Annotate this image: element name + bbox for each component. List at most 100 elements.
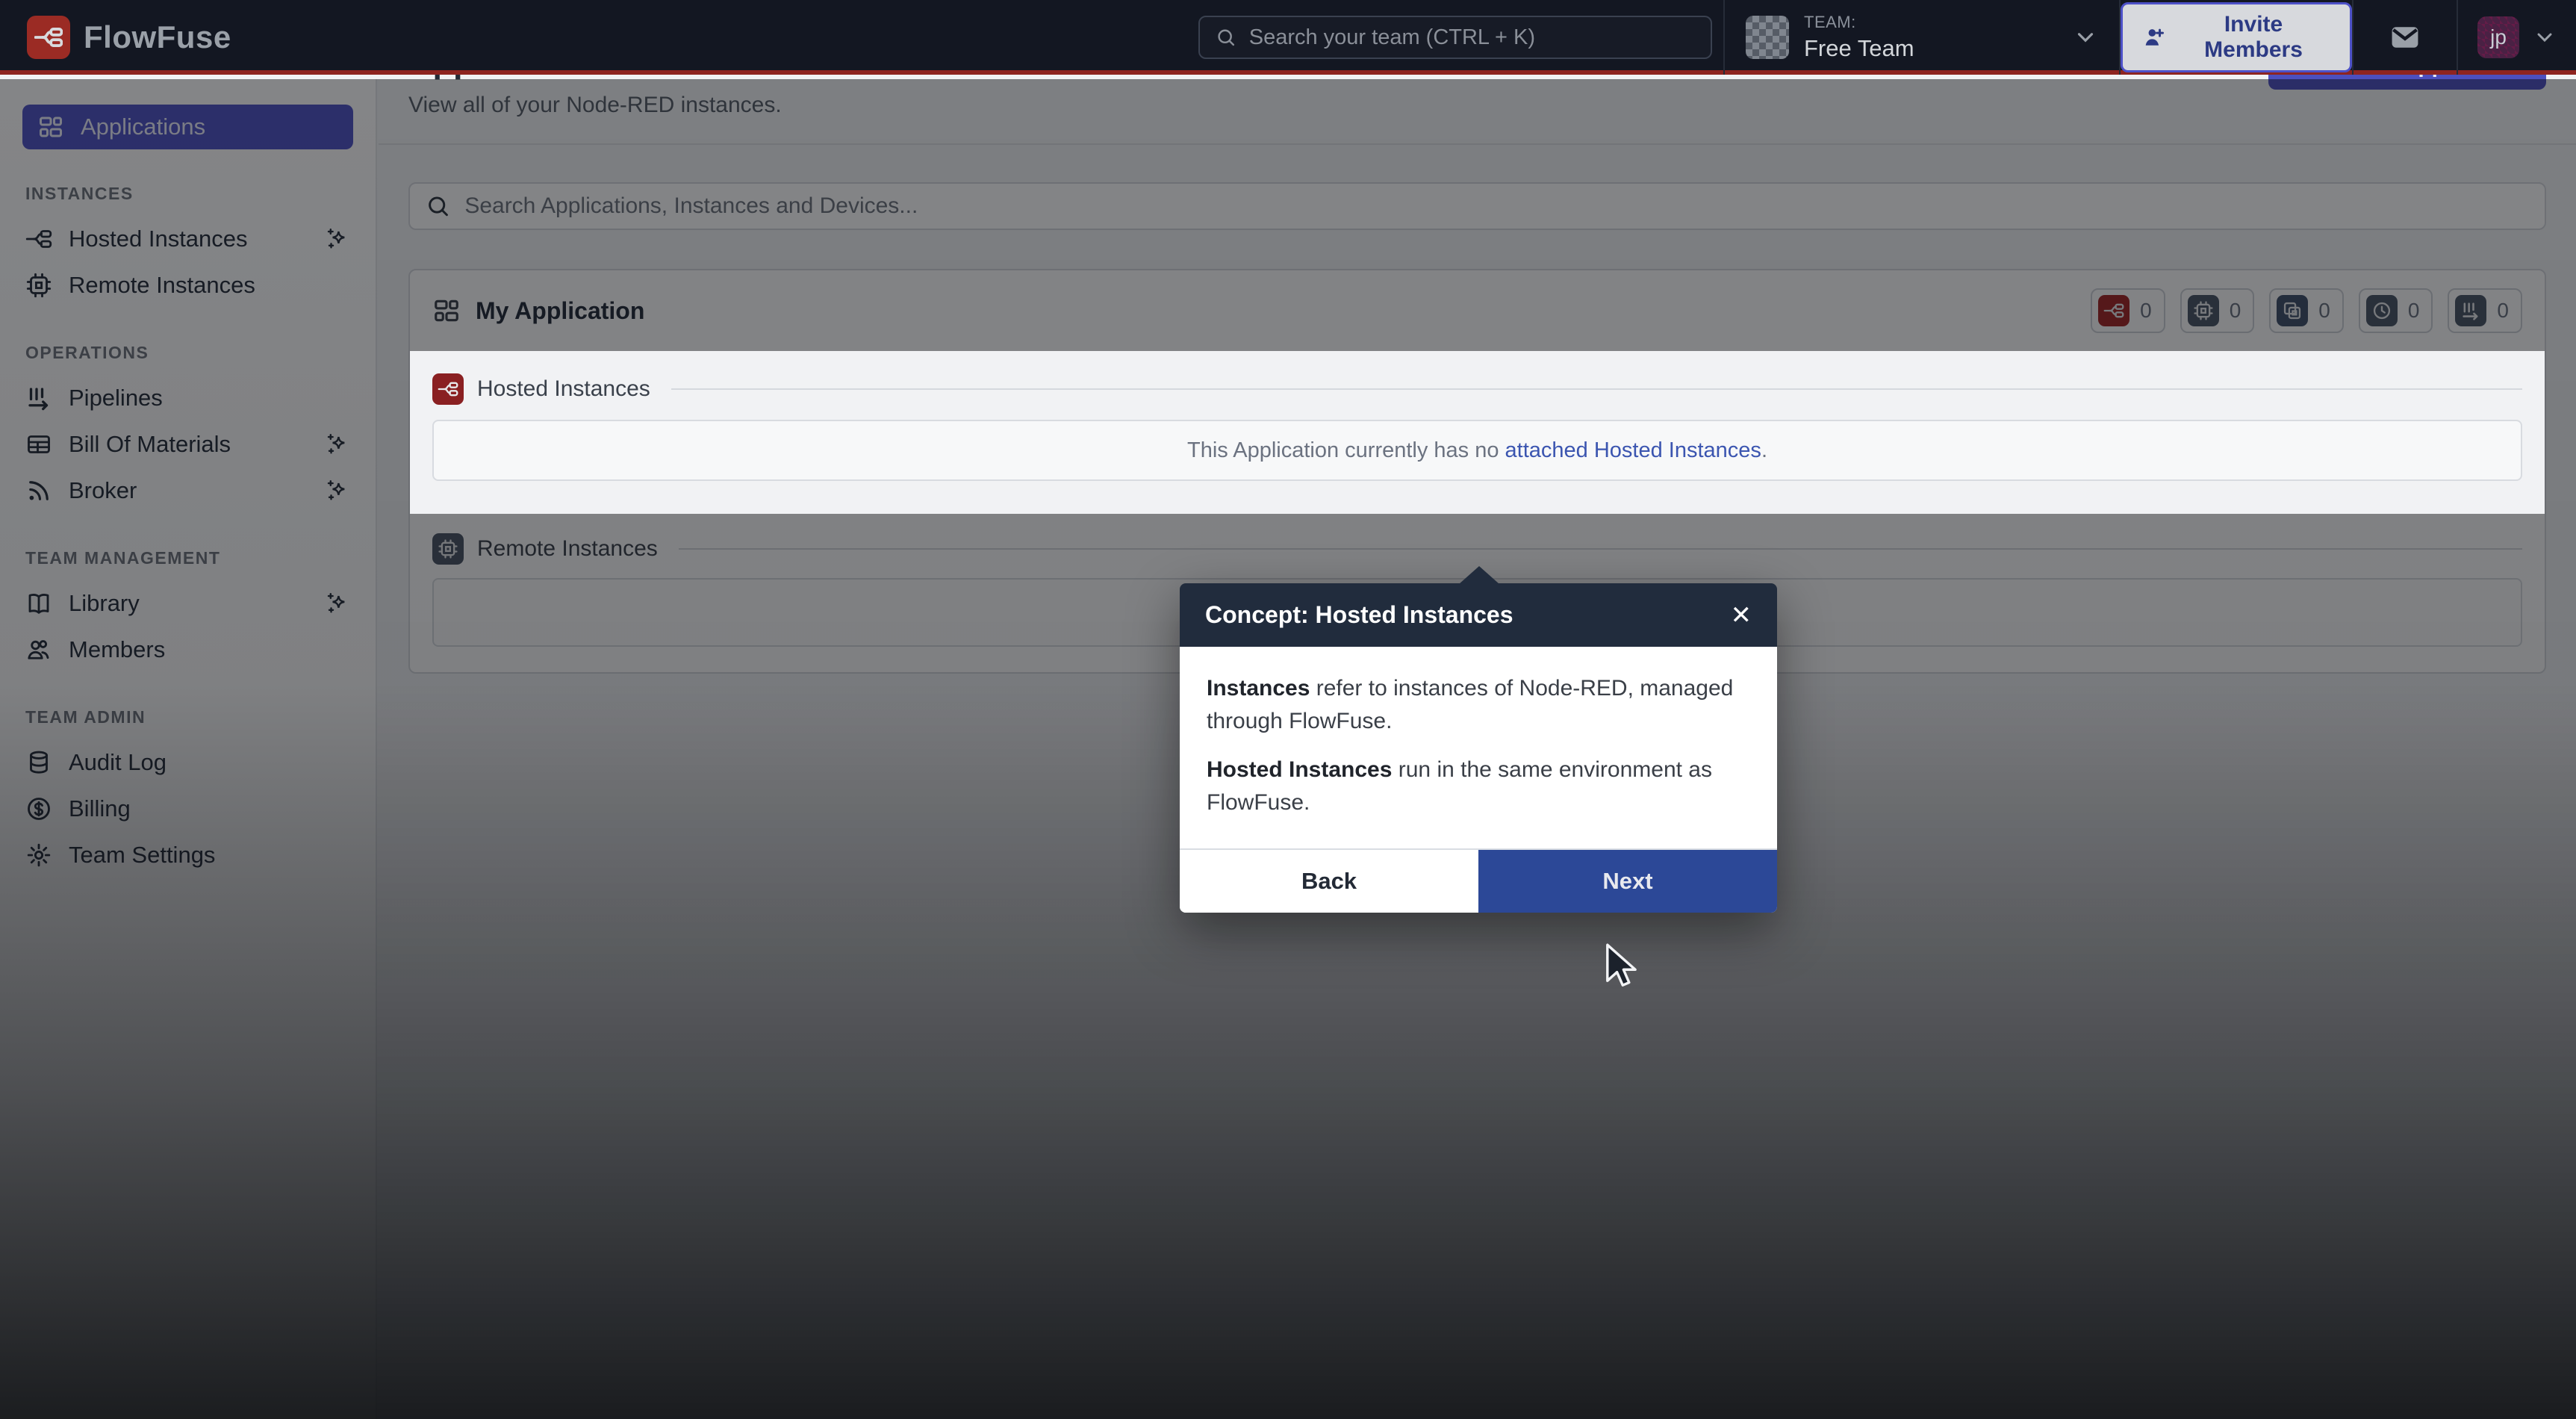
application-icon <box>432 296 461 325</box>
badge-remote-instances-group[interactable]: 0 <box>2269 288 2344 333</box>
badge-count: 0 <box>2497 299 2509 323</box>
hosted-instances-icon <box>2098 295 2129 326</box>
bill-of-materials-icon <box>25 431 52 458</box>
attached-hosted-instances-link[interactable]: attached Hosted Instances <box>1505 438 1761 462</box>
dialog-paragraph: Instances refer to instances of Node-RED… <box>1207 672 1750 737</box>
divider <box>671 388 2522 390</box>
section-label-team-management: TEAM MANAGEMENT <box>25 548 350 568</box>
dialog-paragraph: Hosted Instances run in the same environ… <box>1207 754 1750 819</box>
back-button[interactable]: Back <box>1180 850 1478 913</box>
hosted-instances-label: Hosted Instances <box>477 376 650 402</box>
user-menu[interactable]: jp <box>2457 0 2576 75</box>
sidebar-item-label: Team Settings <box>69 842 350 869</box>
section-label-operations: OPERATIONS <box>25 343 350 363</box>
hosted-instances-icon <box>432 373 464 405</box>
envelope-icon <box>2389 21 2421 54</box>
hosted-instances-icon <box>25 226 52 252</box>
divider <box>679 548 2522 550</box>
sidebar-item-members[interactable]: Members <box>0 627 376 673</box>
sidebar-item-label: Bill Of Materials <box>69 431 308 458</box>
gear-icon <box>25 842 52 869</box>
sparkle-icon <box>325 591 350 616</box>
audit-log-icon <box>25 749 52 776</box>
sidebar-item-label: Remote Instances <box>69 272 350 299</box>
broker-icon <box>25 477 52 504</box>
section-label-instances: INSTANCES <box>25 184 350 204</box>
library-icon <box>25 590 52 617</box>
sidebar-item-library[interactable]: Library <box>0 580 376 627</box>
sidebar-item-pipelines[interactable]: Pipelines <box>0 375 376 421</box>
sidebar-item-label: Library <box>69 590 308 617</box>
sidebar-item-label: Pipelines <box>69 385 350 412</box>
page-subtitle: View all of your Node-RED instances. <box>408 93 782 118</box>
application-name: My Application <box>476 297 644 325</box>
sidebar-item-bill-of-materials[interactable]: Bill Of Materials <box>0 421 376 468</box>
brand-name: FlowFuse <box>84 19 231 55</box>
remote-instances-icon <box>2188 295 2219 326</box>
remote-instances-icon <box>432 533 464 565</box>
billing-icon <box>25 795 52 822</box>
chevron-down-icon <box>2073 25 2098 50</box>
search-icon <box>425 193 451 220</box>
sidebar-item-broker[interactable]: Broker <box>0 468 376 514</box>
flowfuse-logo-icon <box>27 16 70 59</box>
brand[interactable]: FlowFuse <box>27 0 231 75</box>
close-icon[interactable]: ✕ <box>1731 603 1752 628</box>
sidebar-item-label: Applications <box>81 114 205 140</box>
sparkle-icon <box>325 478 350 503</box>
hosted-instances-empty-state: This Application currently has no attach… <box>432 420 2522 481</box>
top-navbar: FlowFuse TEAM: Free Team Invite Members <box>0 0 2576 75</box>
dialog-title: Concept: Hosted Instances <box>1205 601 1513 629</box>
user-plus-icon <box>2142 25 2166 50</box>
dialog-arrow-up <box>1459 566 1499 584</box>
team-search[interactable] <box>1198 16 1712 59</box>
sidebar-item-hosted-instances[interactable]: Hosted Instances <box>0 216 376 262</box>
team-selector[interactable]: TEAM: Free Team <box>1723 0 2119 75</box>
sidebar-item-label: Broker <box>69 477 308 504</box>
sidebar-item-billing[interactable]: Billing <box>0 786 376 832</box>
sidebar-item-label: Members <box>69 636 350 663</box>
tour-dialog: Concept: Hosted Instances ✕ Instances re… <box>1180 583 1777 913</box>
sidebar-item-remote-instances[interactable]: Remote Instances <box>0 262 376 308</box>
team-avatar <box>1746 16 1789 59</box>
badge-count: 0 <box>2140 299 2152 323</box>
badge-hosted-instances[interactable]: 0 <box>2091 288 2165 333</box>
pipelines-icon <box>25 385 52 412</box>
applications-icon <box>37 114 64 140</box>
badge-count: 0 <box>2408 299 2420 323</box>
badge-count: 0 <box>2230 299 2241 323</box>
remote-instances-icon <box>25 272 52 299</box>
badge-pipelines[interactable]: 0 <box>2448 288 2522 333</box>
application-search[interactable] <box>408 182 2546 230</box>
sidebar-item-label: Billing <box>69 795 350 822</box>
badge-remote-instances[interactable]: 0 <box>2180 288 2255 333</box>
sidebar-item-audit-log[interactable]: Audit Log <box>0 739 376 786</box>
sidebar-item-label: Audit Log <box>69 749 350 776</box>
members-icon <box>25 636 52 663</box>
sidebar-item-team-settings[interactable]: Team Settings <box>0 832 376 878</box>
sidebar-item-label: Hosted Instances <box>69 226 308 252</box>
next-button[interactable]: Next <box>1478 850 1777 913</box>
sidebar: Applications INSTANCES Hosted Instances … <box>0 79 377 1419</box>
remote-instances-group-icon <box>2277 295 2308 326</box>
team-label: TEAM: <box>1804 13 2058 32</box>
chevron-down-icon <box>2533 25 2557 49</box>
application-name-row[interactable]: My Application <box>432 296 644 325</box>
invite-members-button[interactable]: Invite Members <box>2121 2 2352 72</box>
section-label-team-admin: TEAM ADMIN <box>25 707 350 727</box>
team-name: Free Team <box>1804 35 2058 62</box>
clock-icon <box>2366 295 2398 326</box>
sparkle-icon <box>325 226 350 252</box>
notifications-button[interactable] <box>2352 0 2457 75</box>
remote-instances-label: Remote Instances <box>477 536 658 562</box>
sidebar-item-applications[interactable]: Applications <box>22 105 353 149</box>
badge-snapshots[interactable]: 0 <box>2359 288 2433 333</box>
dialog-body: Instances refer to instances of Node-RED… <box>1180 647 1777 848</box>
team-search-input[interactable] <box>1249 25 1696 50</box>
application-search-input[interactable] <box>464 193 2530 219</box>
badge-count: 0 <box>2318 299 2330 323</box>
sparkle-icon <box>325 432 350 457</box>
pipelines-icon <box>2455 295 2486 326</box>
user-avatar: jp <box>2477 16 2519 58</box>
hosted-instances-section: Hosted Instances This Application curren… <box>410 351 2545 514</box>
